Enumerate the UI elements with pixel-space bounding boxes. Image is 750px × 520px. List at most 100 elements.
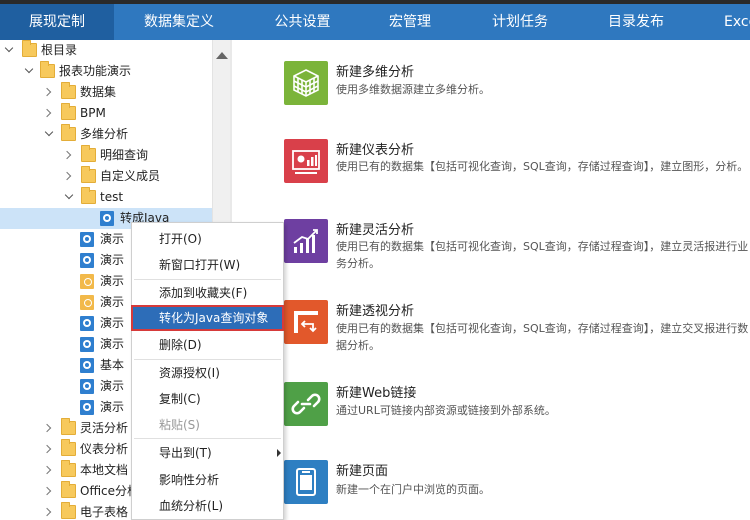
report-icon: [80, 316, 94, 331]
submenu-arrow-icon: [277, 449, 281, 457]
expand-arrow-icon[interactable]: [42, 108, 52, 118]
folder-icon: [61, 460, 76, 477]
expand-arrow-icon[interactable]: [42, 423, 52, 433]
report-icon: [80, 337, 94, 352]
expand-arrow-icon[interactable]: [62, 171, 72, 181]
expand-arrow-icon[interactable]: [42, 465, 52, 475]
tab-directory-publish[interactable]: 目录发布: [588, 4, 684, 40]
tree-node-test[interactable]: test: [0, 187, 212, 208]
card-description: 使用已有的数据集【包括可视化查询，SQL查询，存储过程查询】，建立交叉报进行数据…: [336, 322, 749, 352]
link-icon[interactable]: [284, 382, 328, 426]
folder-icon: [61, 82, 76, 99]
tree-node-label: 数据集: [80, 85, 117, 99]
tree-node-label: 明细查询: [100, 148, 149, 162]
tree-node-detail-query[interactable]: 明细查询: [0, 145, 212, 166]
menu-item-copy[interactable]: 复制(C): [132, 387, 283, 411]
tree-node-dataset[interactable]: 数据集: [0, 82, 212, 103]
tree-node-label: 自定义成员: [100, 169, 161, 183]
folder-icon: [81, 187, 96, 204]
folder-icon: [61, 103, 76, 120]
menu-item-resource-auth[interactable]: 资源授权(I): [132, 361, 283, 385]
tree-node-label: 演示: [100, 400, 125, 414]
menu-item-convert-java-query[interactable]: 转化为Java查询对象: [131, 305, 284, 331]
menu-item-impact-analysis[interactable]: 影响性分析: [132, 468, 283, 492]
menu-separator: [134, 359, 281, 360]
collapse-arrow-icon[interactable]: [44, 129, 54, 139]
menu-item-open[interactable]: 打开(O): [132, 227, 283, 251]
menu-item-export-to[interactable]: 导出到(T): [132, 441, 283, 465]
tree-node-label: 演示: [100, 253, 125, 267]
tab-report-custom[interactable]: 展现定制: [0, 4, 114, 40]
menu-separator: [134, 438, 281, 439]
expand-arrow-icon[interactable]: [42, 87, 52, 97]
tree-node-report-demo[interactable]: 报表功能演示: [0, 61, 212, 82]
menu-item-paste[interactable]: 粘贴(S): [132, 413, 283, 437]
card-title[interactable]: 新建Web链接: [336, 382, 416, 401]
folder-icon: [61, 439, 76, 456]
tree-node-label: test: [100, 190, 124, 204]
tree-node-custom-member[interactable]: 自定义成员: [0, 166, 212, 187]
folder-icon: [61, 124, 76, 141]
scroll-up-arrow-icon[interactable]: [216, 52, 228, 59]
card-description: 新建一个在门户中浏览的页面。: [336, 483, 490, 496]
menu-item-label: 导出到(T): [159, 446, 212, 460]
report-icon: [80, 358, 94, 373]
cube-icon[interactable]: [284, 61, 328, 105]
menu-separator: [134, 279, 281, 280]
tree-node-olap[interactable]: 多维分析: [0, 124, 212, 145]
menu-item-open-new-window[interactable]: 新窗口打开(W): [132, 253, 283, 277]
tree-node-label: 报表功能演示: [59, 64, 132, 78]
collapse-arrow-icon[interactable]: [64, 192, 74, 202]
report-icon: [100, 211, 114, 226]
expand-arrow-icon[interactable]: [62, 150, 72, 160]
tree-node-label: 演示: [100, 274, 125, 288]
lock-report-icon: [80, 274, 94, 289]
folder-icon: [61, 481, 76, 498]
expand-arrow-icon[interactable]: [42, 444, 52, 454]
tree-node-label: 电子表格: [80, 505, 129, 519]
tree-node-root[interactable]: 根目录: [0, 40, 212, 61]
card-description: 使用已有的数据集【包括可视化查询，SQL查询，存储过程查询】，建立图形，分析。: [336, 160, 749, 173]
tree-node-label: 演示: [100, 316, 125, 330]
context-menu: 打开(O) 新窗口打开(W) 添加到收藏夹(F) 转化为Java查询对象 删除(…: [131, 222, 284, 520]
collapse-arrow-icon[interactable]: [4, 45, 14, 55]
tab-public-settings[interactable]: 公共设置: [250, 4, 355, 40]
menu-item-add-favorite[interactable]: 添加到收藏夹(F): [132, 281, 283, 305]
card-title[interactable]: 新建透视分析: [336, 300, 414, 319]
tree-node-label: 基本: [100, 358, 125, 372]
dashboard-icon[interactable]: [284, 139, 328, 183]
card-title[interactable]: 新建灵活分析: [336, 219, 414, 238]
card-title[interactable]: 新建多维分析: [336, 61, 414, 80]
expand-arrow-icon[interactable]: [42, 507, 52, 517]
tree-node-label: 演示: [100, 337, 125, 351]
menu-item-lineage-analysis[interactable]: 血统分析(L): [132, 494, 283, 518]
tree-node-label: 仪表分析: [80, 442, 129, 456]
tree-node-bpm[interactable]: BPM: [0, 103, 212, 124]
lock-report-icon: [80, 295, 94, 310]
report-icon: [80, 253, 94, 268]
page-icon[interactable]: [284, 460, 328, 504]
menu-item-delete[interactable]: 删除(D): [132, 333, 283, 357]
card-title[interactable]: 新建仪表分析: [336, 139, 414, 158]
tab-excel[interactable]: Exce: [700, 4, 750, 40]
tab-macro-management[interactable]: 宏管理: [365, 4, 455, 40]
top-navigation: 展现定制 数据集定义 公共设置 宏管理 计划任务 目录发布 Exce: [0, 0, 750, 40]
tree-node-label: 演示: [100, 295, 125, 309]
folder-icon: [22, 40, 37, 57]
folder-icon: [40, 61, 55, 78]
tree-node-label: 多维分析: [80, 127, 129, 141]
collapse-arrow-icon[interactable]: [24, 66, 34, 76]
pivot-icon[interactable]: [284, 300, 328, 344]
tree-node-label: 演示: [100, 379, 125, 393]
card-description: 通过URL可链接内部资源或链接到外部系统。: [336, 404, 556, 417]
trend-chart-icon[interactable]: [284, 219, 328, 263]
report-icon: [80, 232, 94, 247]
report-icon: [80, 379, 94, 394]
tab-dataset-definition[interactable]: 数据集定义: [125, 4, 233, 40]
folder-icon: [61, 502, 76, 519]
tab-scheduled-tasks[interactable]: 计划任务: [470, 4, 570, 40]
expand-arrow-icon[interactable]: [42, 486, 52, 496]
tree-node-label: 演示: [100, 232, 125, 246]
card-description: 使用已有的数据集【包括可视化查询，SQL查询，存储过程查询】，建立灵活报进行业务…: [336, 240, 749, 270]
card-title[interactable]: 新建页面: [336, 460, 388, 479]
